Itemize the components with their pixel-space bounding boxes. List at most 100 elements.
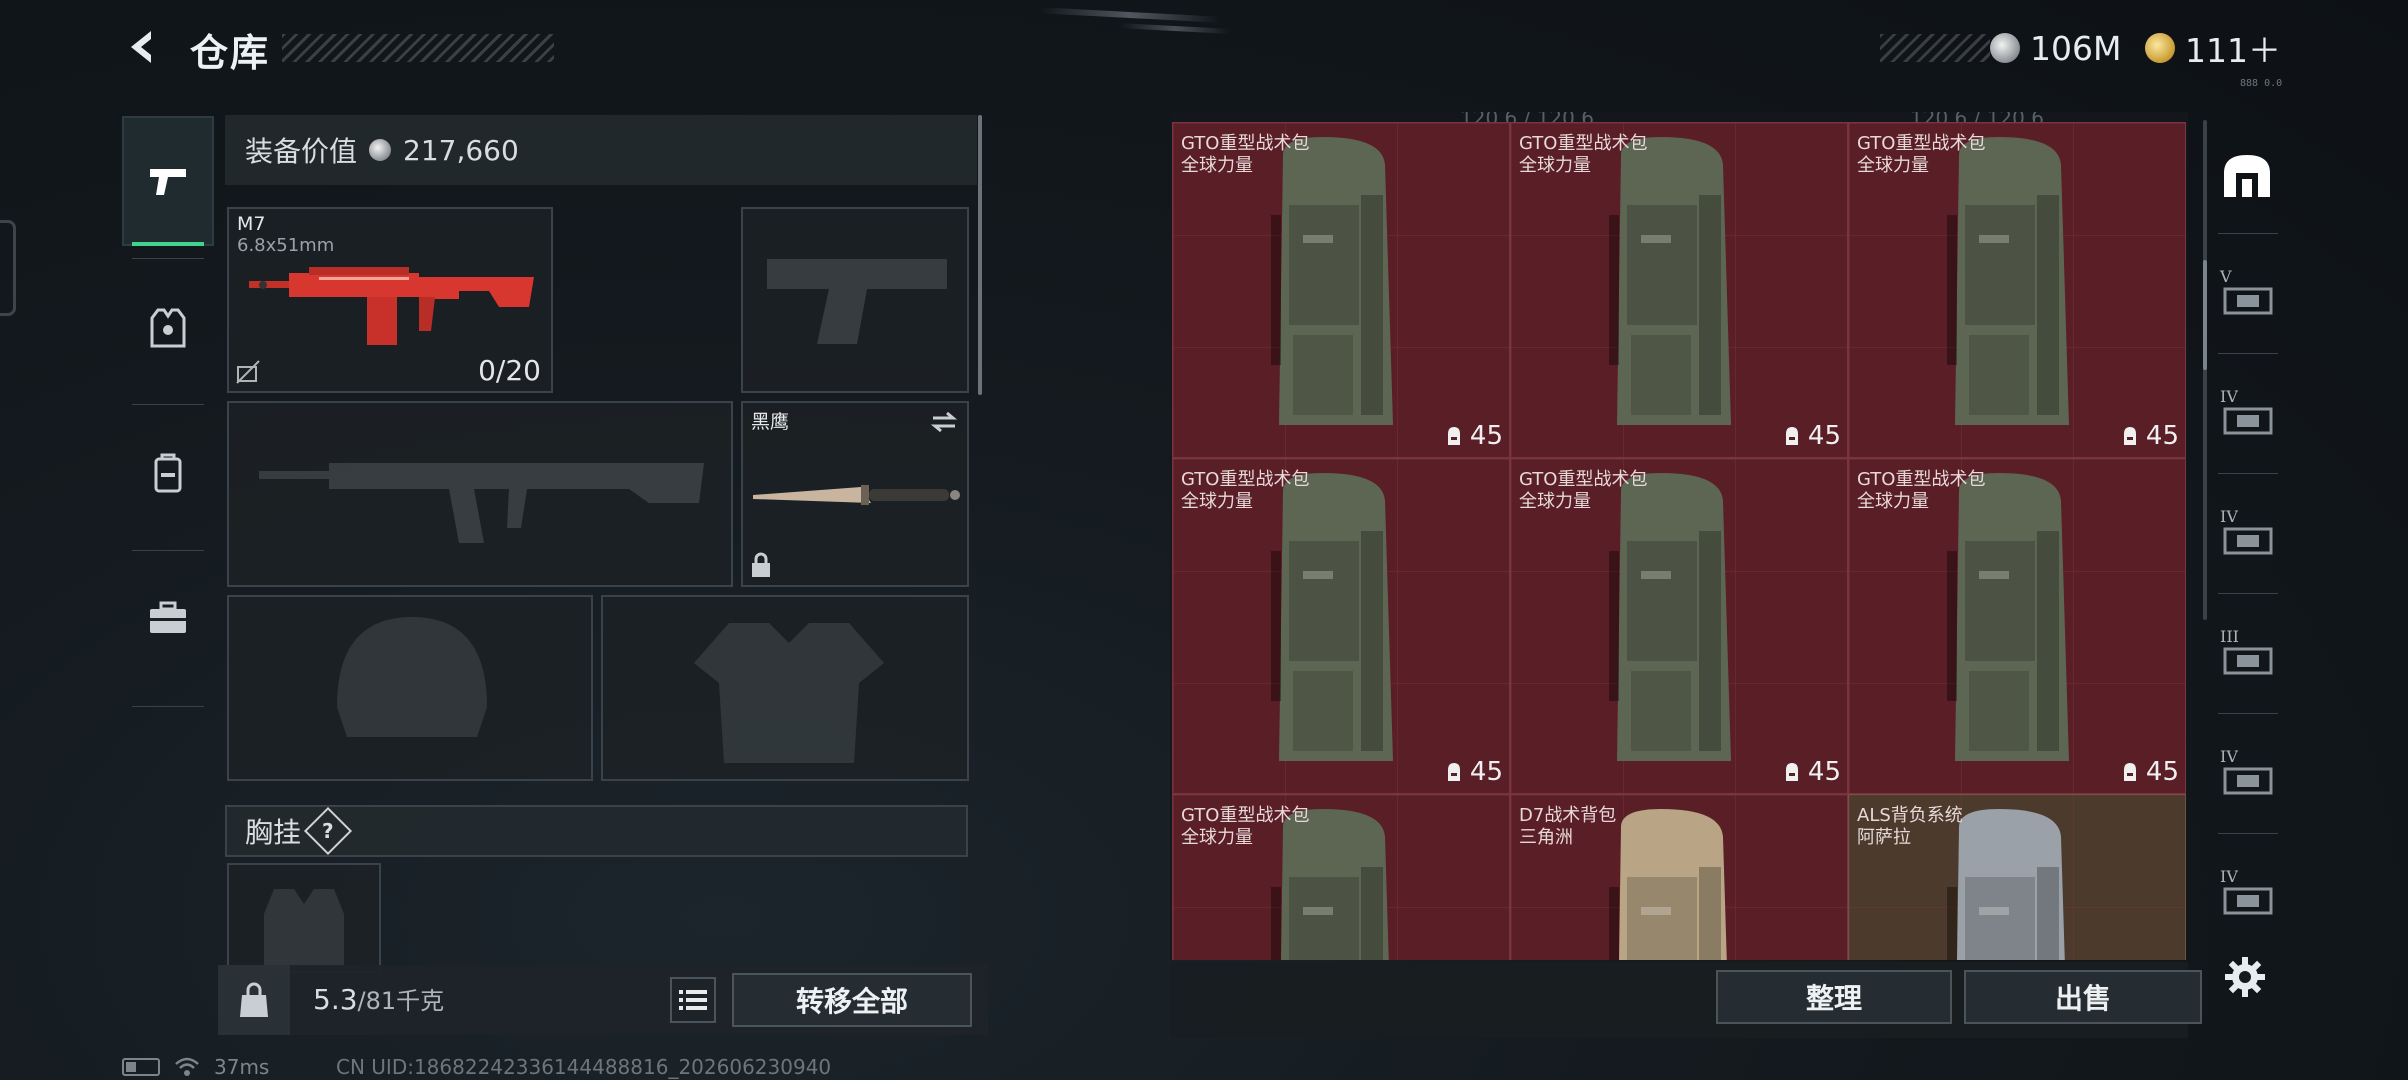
secondary-weapon-slot[interactable] — [227, 401, 733, 587]
tier-label: V — [2220, 267, 2232, 286]
item-faction: 三角洲 — [1519, 827, 1573, 848]
item-count: 45 — [2120, 757, 2179, 787]
item-count: 45 — [1782, 421, 1841, 451]
currency-stripe-decoration — [1880, 34, 1990, 62]
pistol-icon — [150, 169, 186, 195]
storage-grid: 120.6 / 120.6 120.6 / 120.6 GTO重型战术包 全球力量… — [1170, 112, 2188, 960]
item-count: 45 — [2120, 421, 2179, 451]
storage-tier-tab[interactable]: IV — [2210, 477, 2284, 595]
storage-scrollbar-thumb[interactable] — [2203, 260, 2207, 370]
primary-weapon-slot[interactable]: M7 6.8x51mm 0/20 — [227, 207, 553, 393]
uid-text: CN UID:18682242336144488816_202606230940 — [336, 1055, 832, 1079]
storage-action-bar: 整理 出售 — [1170, 962, 2202, 1038]
storage-item-cell[interactable]: GTO重型战术包 全球力量 — [1172, 794, 1510, 960]
knife-icon — [753, 485, 960, 505]
tab-medkit[interactable] — [122, 553, 214, 683]
storage-tier-tab[interactable]: IV — [2210, 717, 2284, 835]
help-icon: ? — [322, 818, 334, 843]
pistol-slot[interactable] — [741, 207, 969, 393]
chest-rig-bar: 胸挂 ? — [225, 805, 968, 857]
version-code: 888 0.0 — [2240, 78, 2283, 89]
item-faction: 全球力量 — [1181, 827, 1253, 848]
swap-icon[interactable] — [929, 409, 959, 435]
backpack-icon — [1271, 809, 1389, 960]
item-faction: 全球力量 — [1181, 155, 1253, 176]
sort-button[interactable]: 整理 — [1716, 970, 1952, 1024]
item-faction: 全球力量 — [1181, 491, 1253, 512]
storage-item-cell[interactable]: D7战术背包 三角洲 — [1510, 794, 1848, 960]
silver-currency[interactable]: 106M — [1990, 26, 2121, 70]
storage-item-cell[interactable]: GTO重型战术包 全球力量 45 — [1848, 458, 2186, 794]
storage-scrollbar-track[interactable] — [2203, 120, 2207, 620]
chest-rig-help-button[interactable]: ? — [303, 806, 353, 856]
storage-tier-tab[interactable]: IV — [2210, 837, 2284, 955]
transfer-all-button[interactable]: 转移全部 — [732, 973, 972, 1027]
silver-amount: 106M — [2030, 28, 2122, 68]
chest-rig-placeholder-icon — [264, 889, 344, 967]
backpack-icon — [1947, 137, 2069, 425]
list-view-button[interactable] — [670, 977, 716, 1023]
storage-category-rail: V IV IV III IV IV — [2210, 112, 2284, 960]
weapon-caliber: 6.8x51mm — [237, 235, 335, 256]
storage-all-tab[interactable] — [2210, 117, 2284, 235]
weight-lock-button[interactable] — [218, 965, 290, 1035]
item-count: 45 — [1444, 757, 1503, 787]
backpack-icon — [1609, 137, 1731, 425]
equipment-value: 217,660 — [403, 133, 519, 167]
backpack-icon — [1271, 473, 1393, 761]
backpack-icon — [1947, 809, 2065, 960]
capacity-icon — [1785, 427, 1798, 445]
equipment-value-bar: 装备价值 217,660 — [225, 115, 977, 185]
edge-hex-decoration — [0, 220, 16, 316]
tab-armor[interactable] — [122, 263, 214, 393]
weapon-durability: 0/20 — [478, 354, 541, 387]
tab-weapons[interactable] — [122, 116, 214, 246]
armor-vest-icon — [150, 308, 186, 348]
back-button[interactable] — [118, 22, 168, 72]
melee-slot[interactable]: 黑鹰 — [741, 401, 969, 587]
item-faction: 全球力量 — [1857, 491, 1929, 512]
storage-item-cell[interactable]: ALS背负系统 阿萨拉 — [1848, 794, 2186, 960]
body-armor-slot[interactable] — [601, 595, 969, 781]
item-faction: 全球力量 — [1857, 155, 1929, 176]
briefcase-icon — [150, 601, 186, 633]
weight-max: /81千克 — [357, 987, 445, 1015]
title-stripe-decoration — [282, 34, 554, 62]
helmet-slot[interactable] — [227, 595, 593, 781]
backpack-icon — [1609, 809, 1727, 960]
storage-item-cell[interactable]: GTO重型战术包 全球力量 45 — [1848, 122, 2186, 458]
status-bar: 37ms — [122, 1055, 269, 1079]
silver-coin-icon — [369, 139, 392, 161]
back-arrow-icon — [131, 31, 151, 63]
background-streak — [1119, 23, 1231, 34]
item-count: 45 — [1444, 421, 1503, 451]
storage-item-cell[interactable]: GTO重型战术包 全球力量 45 — [1172, 458, 1510, 794]
item-count-value: 45 — [1469, 757, 1503, 787]
ping-text: 37ms — [214, 1055, 270, 1079]
tier-label: IV — [2220, 387, 2238, 406]
item-count-value: 45 — [1807, 421, 1841, 451]
tab-backpack[interactable] — [122, 408, 214, 538]
gold-currency[interactable]: 111＋ — [2145, 26, 2281, 70]
storage-item-cell[interactable]: GTO重型战术包 全球力量 45 — [1510, 458, 1848, 794]
capacity-icon — [1447, 427, 1460, 445]
settings-button[interactable] — [2220, 952, 2270, 1002]
storage-item-cell[interactable]: GTO重型战术包 全球力量 45 — [1172, 122, 1510, 458]
capacity-icon — [2123, 427, 2136, 445]
silver-coin-icon — [1990, 33, 2020, 63]
background-streak — [1039, 7, 1221, 23]
sell-button[interactable]: 出售 — [1964, 970, 2202, 1024]
storage-tier-tab[interactable]: IV — [2210, 357, 2284, 475]
chest-rig-slot[interactable] — [227, 863, 381, 973]
equipment-value-label: 装备价值 — [245, 135, 358, 168]
item-count-value: 45 — [1469, 421, 1503, 451]
equipment-scrollbar[interactable] — [978, 115, 982, 395]
storage-tier-tab[interactable]: V — [2210, 237, 2284, 355]
weight-current: 5.3 — [313, 983, 358, 1016]
armor-placeholder-icon — [694, 623, 884, 763]
tier-label: IV — [2220, 867, 2238, 886]
gold-coin-icon — [2145, 33, 2175, 63]
storage-item-cell[interactable]: GTO重型战术包 全球力量 45 — [1510, 122, 1848, 458]
backpack-icon — [154, 453, 182, 493]
storage-tier-tab[interactable]: III — [2210, 597, 2284, 715]
